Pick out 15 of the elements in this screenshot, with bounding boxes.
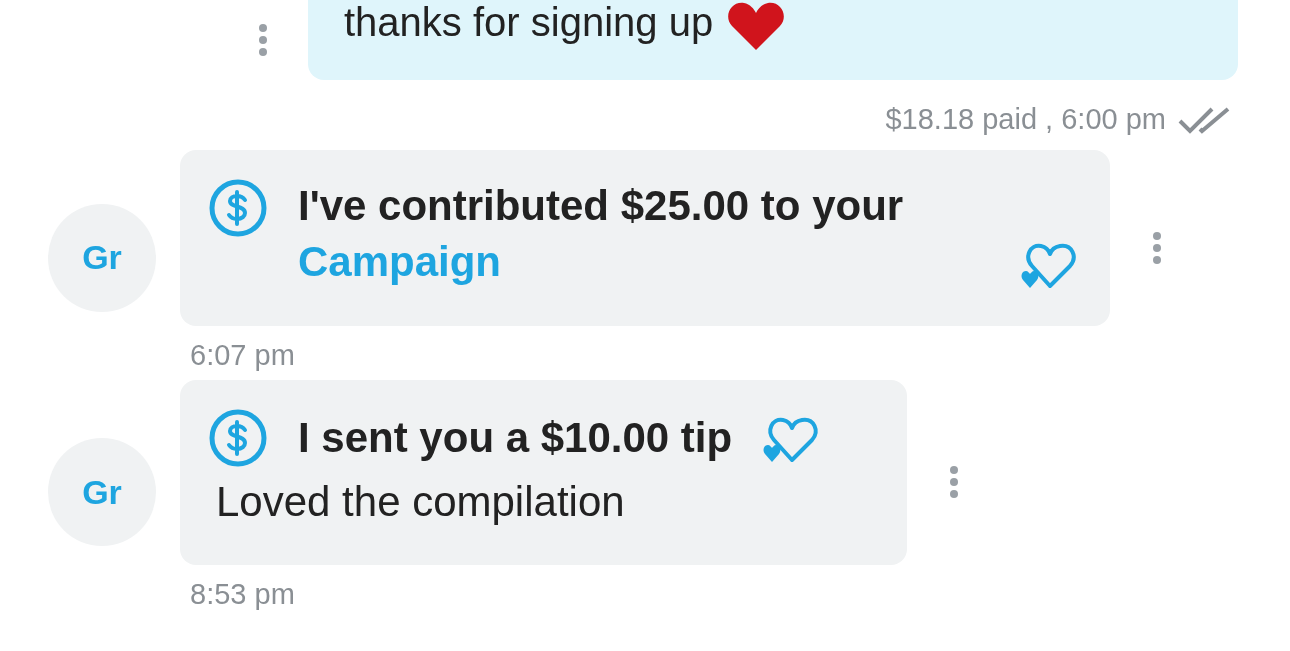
- campaign-link[interactable]: Campaign: [298, 233, 502, 290]
- message-time: 6:07 pm: [190, 337, 296, 372]
- more-icon[interactable]: [949, 465, 959, 499]
- more-icon[interactable]: [1152, 230, 1162, 265]
- message-text: Loved the compilation: [216, 476, 626, 527]
- message-text: I've contributed $25.00 to your: [298, 180, 905, 231]
- message-text: thanks for signing up: [344, 0, 714, 44]
- dollar-icon: [208, 407, 268, 468]
- message-time: 8:53 pm: [190, 576, 296, 611]
- dollar-icon: [208, 177, 268, 238]
- avatar[interactable]: Gr: [48, 203, 156, 312]
- avatar[interactable]: Gr: [48, 438, 156, 546]
- more-icon[interactable]: [258, 23, 268, 57]
- payment-status: $18.18 paid , 6:00 pm: [885, 102, 1166, 137]
- tip-text: I sent you a $10.00 tip: [298, 412, 733, 463]
